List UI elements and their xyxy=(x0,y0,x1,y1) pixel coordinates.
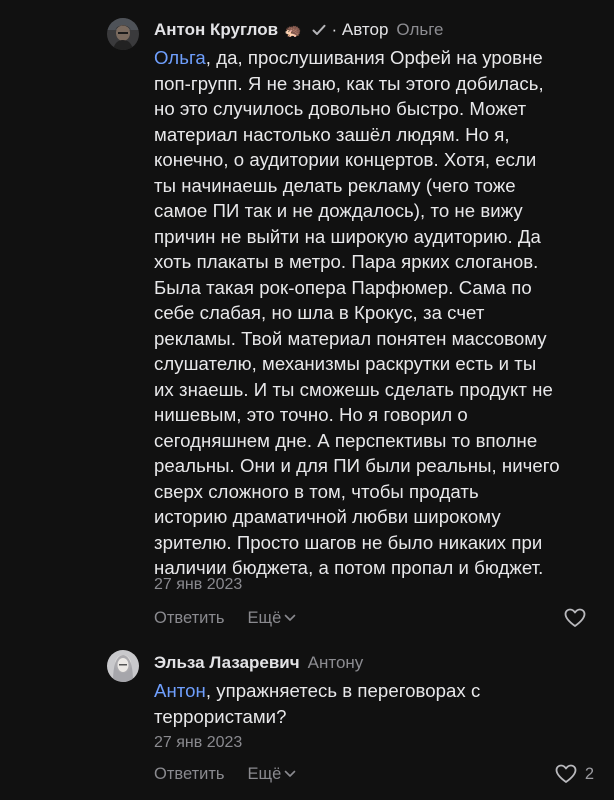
hedgehog-emoji: 🦔 xyxy=(284,21,302,38)
chevron-down-icon xyxy=(284,614,296,621)
more-button[interactable]: Ещё xyxy=(248,609,297,628)
comment-text: Антон, упражняетесь в переговорах с терр… xyxy=(154,678,606,729)
comment-line: слушателю, механизмы раскрутки есть и ты xyxy=(154,353,537,374)
comment-line: хоть плакаты в метро. Пара ярких слогано… xyxy=(154,251,539,272)
comment-actions: Ответить Ещё 2 xyxy=(154,762,594,786)
reply-to-name[interactable]: Антону xyxy=(308,653,364,673)
comment-line: конечно, о аудитории концертов. Хотя, ес… xyxy=(154,149,537,170)
author-badge: · Автор xyxy=(331,20,389,39)
avatar-photo xyxy=(107,18,139,50)
comment-line: сверх сложного в том, чтобы продать xyxy=(154,480,479,502)
more-label: Ещё xyxy=(247,764,282,783)
comment-line: их знаешь. И ты сможешь сделать продукт … xyxy=(154,378,553,400)
comment-line: поп-групп. Я не знаю, как ты этого добил… xyxy=(154,72,544,94)
comment-line: Ольга, да, прослушивания Орфей на уровне xyxy=(154,47,543,68)
heart-icon xyxy=(555,764,577,783)
like-button[interactable]: 2 xyxy=(555,764,594,784)
reply-button[interactable]: Ответить xyxy=(154,609,225,628)
comment: Эльза Лазаревич Антону Антон, упражняете… xyxy=(0,640,614,800)
reply-button[interactable]: Ответить xyxy=(154,765,225,784)
author-name[interactable]: Антон Круглов xyxy=(154,20,278,40)
comment-line: сегодняшнем дне. А перспективы то вполне xyxy=(154,429,538,451)
comment-header: Антон Круглов 🦔 · Автор Ольге xyxy=(154,17,444,43)
comment-line: Антон, упражняетесь в переговорах с xyxy=(154,680,481,701)
mention-link[interactable]: Ольга xyxy=(154,47,206,68)
checkmark-icon xyxy=(312,24,326,36)
comment: Антон Круглов 🦔 · Автор Ольге Ольга, да,… xyxy=(0,0,614,640)
comment-date: 27 янв 2023 xyxy=(154,576,243,593)
comment-line: самое ПИ так и не дождалось), то не вижу xyxy=(154,200,523,221)
heart-icon xyxy=(564,608,586,627)
comment-line: историю драматичной любви широкому xyxy=(154,506,501,527)
like-button[interactable] xyxy=(564,608,594,628)
more-label: Ещё xyxy=(247,608,282,627)
avatar[interactable] xyxy=(107,650,139,682)
comment-line: ты начинаешь делать рекламу (чего тоже xyxy=(154,174,516,196)
chevron-down-icon xyxy=(284,770,296,777)
author-name[interactable]: Эльза Лазаревич xyxy=(154,653,300,673)
like-count: 2 xyxy=(584,764,594,783)
more-button[interactable]: Ещё xyxy=(248,765,297,784)
comment-line: террористами? xyxy=(154,705,287,727)
comment-date: 27 янв 2023 xyxy=(154,734,243,751)
comment-text: Ольга, да, прослушивания Орфей на уровне… xyxy=(154,45,606,581)
avatar-photo xyxy=(107,650,139,682)
comment-line: зрителю. Просто шагов не было никаких пр… xyxy=(154,531,543,553)
comment-actions: Ответить Ещё xyxy=(154,606,594,630)
comment-line: но это случилось довольно быстро. Может xyxy=(154,98,527,119)
avatar[interactable] xyxy=(107,18,139,50)
comment-line: нишевым, это точно. Но я говорил о xyxy=(154,404,468,425)
comment-line: себе слабая, но шла в Крокус, за счет xyxy=(154,302,485,323)
comment-header: Эльза Лазаревич Антону xyxy=(154,650,363,676)
mention-link[interactable]: Антон xyxy=(154,680,206,701)
comment-line: рекламы. Твой материал понятен массовому xyxy=(154,327,547,349)
comment-line: Была такая рок-опера Парфюмер. Сама по xyxy=(154,276,532,298)
comment-line: реальны. Они и для ПИ были реальны, ниче… xyxy=(154,455,560,476)
reply-to-name[interactable]: Ольге xyxy=(396,20,443,40)
comment-line: причин не выйти на широкую аудиторию. Да xyxy=(154,225,541,247)
comment-line: материал настолько зашёл людям. Но я, xyxy=(154,123,510,145)
